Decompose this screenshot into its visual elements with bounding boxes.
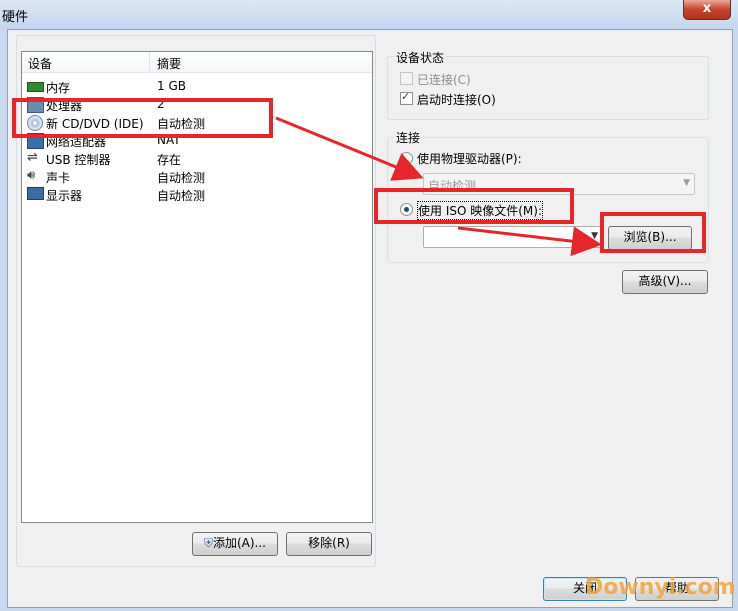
arrow-to-physical-drive xyxy=(275,116,424,181)
arrow-to-browse xyxy=(457,226,602,257)
annotation-arrows xyxy=(275,116,602,257)
watermark: Downyi.com xyxy=(585,575,736,600)
